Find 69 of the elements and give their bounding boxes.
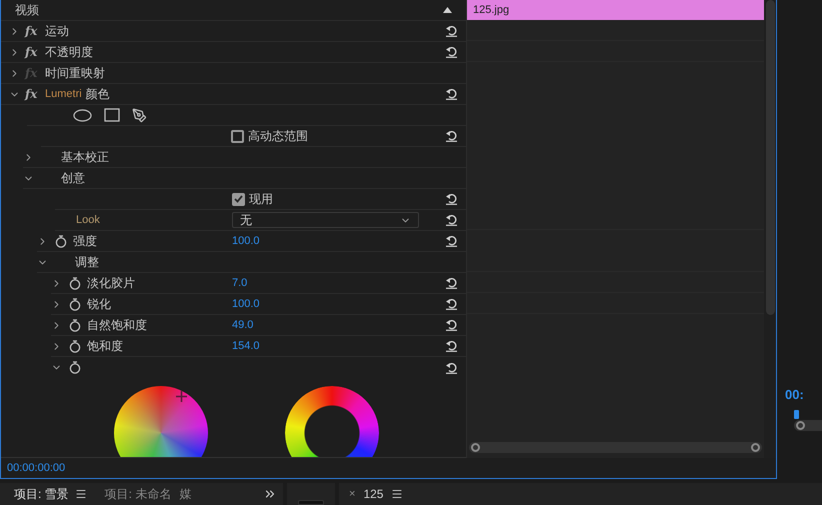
timecode[interactable]: 00:00:00:00 [7,460,66,476]
section-title: 视频 [15,2,39,19]
effect-brand: Lumetri [45,86,82,102]
monitor-timecode[interactable]: 00: [785,385,822,405]
fx-label[interactable]: fx [25,22,45,40]
reset-icon[interactable] [445,362,458,374]
collapse-up-icon[interactable] [443,7,452,13]
reset-icon[interactable] [445,319,458,331]
vertical-scrollbar[interactable] [766,0,774,315]
rectangle-mask-icon[interactable] [104,108,120,122]
reset-icon[interactable] [445,46,458,58]
panel-tab[interactable]: 项目: 未命名 [104,485,172,503]
stopwatch-icon[interactable] [55,234,67,248]
reset-icon[interactable] [445,298,458,310]
scroll-handle-icon[interactable] [796,421,805,430]
panel-tab[interactable]: 媒 [179,485,192,503]
param-name: 锐化 [87,296,112,313]
param-name: 自然饱和度 [87,317,148,334]
fx-label[interactable]: fx [25,43,45,61]
crosshair-icon[interactable] [176,391,187,402]
section-name[interactable]: 创意 [61,169,85,187]
fx-label[interactable]: fx [25,85,45,103]
look-dropdown[interactable]: 无 [232,212,419,228]
reset-icon[interactable] [445,214,458,226]
zoom-scrollbar[interactable] [794,420,822,431]
effect-name: 时间重映射 [45,65,105,82]
reset-icon[interactable] [445,88,458,100]
menu-icon[interactable] [391,488,404,500]
stopwatch-icon[interactable] [69,340,81,352]
param-name: 强度 [73,233,98,250]
timeline-clip[interactable]: 125.jpg [467,0,764,20]
param-value[interactable]: 49.0 [232,316,254,334]
param-value[interactable]: 7.0 [232,274,248,292]
stopwatch-icon[interactable] [69,361,81,374]
panel-tab[interactable]: 项目: 雪景 [14,485,69,503]
stopwatch-icon[interactable] [69,276,81,290]
effect-name: 运动 [45,23,69,40]
ellipse-mask-icon[interactable] [73,108,92,122]
scroll-handle-icon[interactable] [751,443,760,452]
checkbox-label: 高动态范围 [248,128,308,145]
group-name[interactable]: 调整 [75,253,99,271]
scroll-handle-icon[interactable] [471,443,480,452]
param-name: 饱和度 [87,338,124,355]
reset-icon[interactable] [445,235,458,247]
look-label: Look [75,212,101,228]
stopwatch-icon[interactable] [69,318,81,332]
param-value[interactable]: 154.0 [232,338,260,354]
panel-thumbnail [298,500,324,505]
reset-icon[interactable] [445,277,458,289]
reset-icon[interactable] [445,130,458,142]
checkbox[interactable] [231,130,244,142]
pen-icon[interactable] [132,108,147,122]
effect-name: 颜色 [86,86,110,103]
color-wheel[interactable] [114,386,208,457]
param-name: 淡化胶片 [87,275,136,292]
menu-icon[interactable] [74,488,87,500]
param-value[interactable]: 100.0 [232,296,260,312]
reset-icon[interactable] [445,25,458,37]
reset-icon[interactable] [445,193,458,205]
close-button[interactable]: × [349,486,356,502]
sequence-tab[interactable]: 125 [363,485,384,503]
checkbox[interactable] [232,192,245,206]
section-name[interactable]: 基本校正 [61,148,109,166]
param-value[interactable]: 100.0 [232,232,260,250]
stopwatch-icon[interactable] [69,298,81,310]
horizontal-scrollbar[interactable] [469,442,762,453]
checkbox-label: 现用 [249,191,273,208]
effect-name: 不透明度 [45,44,93,61]
reset-icon[interactable] [445,340,458,352]
